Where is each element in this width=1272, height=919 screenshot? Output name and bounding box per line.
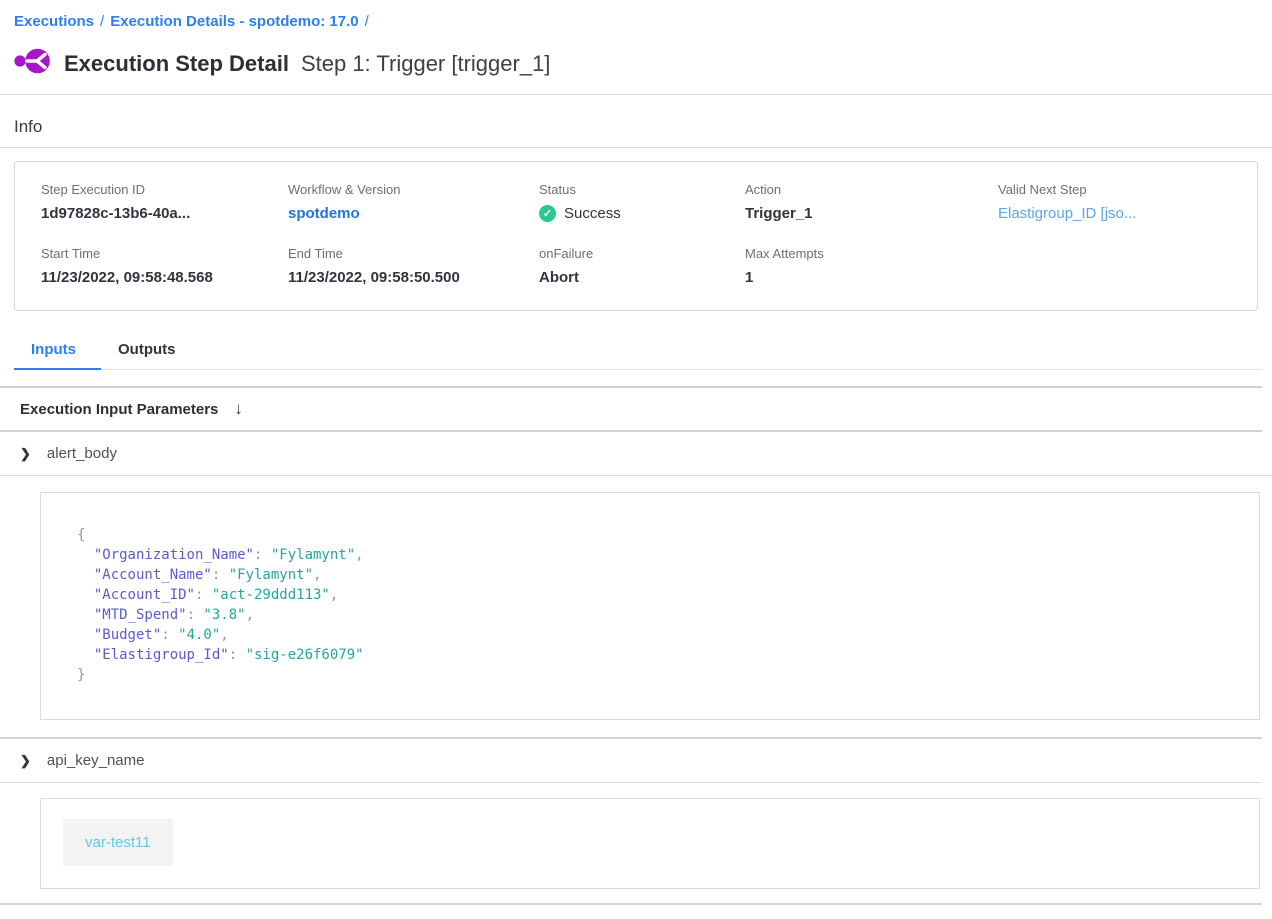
info-field: Status ✓Success [539, 182, 745, 222]
api-key-name-value-box: var-test11 [40, 798, 1260, 889]
breadcrumb: Executions / Execution Details - spotdemo:… [0, 0, 1272, 30]
info-field-value: 1d97828c-13b6-40a... [41, 205, 288, 222]
title-divider [0, 94, 1272, 95]
json-line: "Account_ID": "act-29ddd113", [77, 585, 1259, 605]
tab-inputs[interactable]: Inputs [14, 337, 101, 370]
tab-outputs[interactable]: Outputs [101, 337, 201, 370]
param-row-api-key-value[interactable]: ❯ api_key_value [0, 903, 1262, 919]
info-field: End Time 11/23/2022, 09:58:50.500 [288, 246, 539, 286]
info-field: Valid Next Step Elastigroup_ID [jso... [998, 182, 1247, 222]
breadcrumb-separator: / [365, 13, 369, 30]
chevron-right-icon: ❯ [20, 753, 31, 769]
json-line: } [77, 665, 1259, 685]
breadcrumb-link-0[interactable]: Executions [14, 13, 94, 30]
json-line: "Organization_Name": "Fylamynt", [77, 545, 1259, 565]
info-field-label: Max Attempts [745, 246, 998, 261]
page-header: Execution Step Detail Step 1: Trigger [tr… [14, 42, 1258, 79]
info-divider [0, 147, 1272, 148]
info-field-value[interactable]: Elastigroup_ID [jso... [998, 205, 1247, 222]
json-line: "Budget": "4.0", [77, 625, 1259, 645]
json-line: "Account_Name": "Fylamynt", [77, 565, 1259, 585]
info-field-label: Workflow & Version [288, 182, 539, 197]
param-name: api_key_name [47, 752, 145, 769]
alert-body-json-viewer: {"Organization_Name": "Fylamynt","Accoun… [40, 492, 1260, 720]
json-line: { [77, 525, 1259, 545]
info-field: Action Trigger_1 [745, 182, 998, 222]
execution-step-detail-page: Executions / Execution Details - spotdemo:… [0, 0, 1272, 919]
info-heading: Info [14, 117, 1258, 137]
info-field-value: Abort [539, 269, 745, 286]
success-check-icon: ✓ [539, 205, 556, 222]
info-card: Step Execution ID 1d97828c-13b6-40a...Wor… [14, 161, 1258, 311]
page-title-step: Step 1: Trigger [trigger_1] [301, 51, 550, 76]
info-field-value: 11/23/2022, 09:58:50.500 [288, 269, 539, 286]
info-field-value: Trigger_1 [745, 205, 998, 222]
json-line: "Elastigroup_Id": "sig-e26f6079" [77, 645, 1259, 665]
breadcrumb-link-1[interactable]: Execution Details - spotdemo: 17.0 [110, 13, 358, 30]
param-row-api-key-name[interactable]: ❯ api_key_name [0, 737, 1262, 783]
page-title: Execution Step Detail Step 1: Trigger [tr… [64, 42, 550, 79]
info-field-label: onFailure [539, 246, 745, 261]
info-field: Step Execution ID 1d97828c-13b6-40a... [41, 182, 288, 222]
info-field-label: Start Time [41, 246, 288, 261]
info-field-label: Action [745, 182, 998, 197]
info-field: Max Attempts 1 [745, 246, 998, 286]
info-field-label: Status [539, 182, 745, 197]
info-field-label: End Time [288, 246, 539, 261]
info-field: Start Time 11/23/2022, 09:58:48.568 [41, 246, 288, 286]
info-field: Workflow & Version spotdemo [288, 182, 539, 222]
params-header: Execution Input Parameters ↓ [0, 386, 1262, 432]
breadcrumb-separator: / [100, 13, 104, 30]
chevron-right-icon: ❯ [20, 446, 31, 462]
params-heading: Execution Input Parameters [20, 401, 218, 418]
info-field-label: Step Execution ID [41, 182, 288, 197]
api-key-name-value: var-test11 [63, 819, 173, 866]
page-title-main: Execution Step Detail [64, 51, 289, 76]
param-name: alert_body [47, 445, 117, 462]
collapse-all-arrow-icon[interactable]: ↓ [234, 399, 243, 419]
info-field-value: ✓Success [539, 205, 745, 222]
param-row-alert-body[interactable]: ❯ alert_body [0, 432, 1272, 476]
fylamynt-logo-icon [14, 45, 54, 77]
tab-bar: InputsOutputs [14, 337, 1262, 370]
info-field-value: 1 [745, 269, 998, 286]
info-field: onFailure Abort [539, 246, 745, 286]
info-field-label: Valid Next Step [998, 182, 1247, 197]
json-line: "MTD_Spend": "3.8", [77, 605, 1259, 625]
info-field-value: 11/23/2022, 09:58:48.568 [41, 269, 288, 286]
info-field-value[interactable]: spotdemo [288, 205, 539, 222]
